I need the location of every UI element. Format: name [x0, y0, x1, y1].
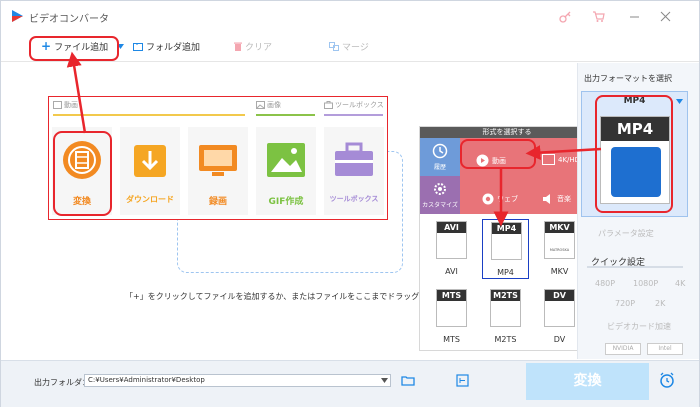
merge-button[interactable]: マージ — [329, 40, 369, 53]
speaker-icon — [543, 194, 550, 204]
res-720p: 720P — [615, 299, 636, 308]
annotation-convert-tile — [53, 131, 112, 216]
annotation-output-format — [595, 95, 673, 213]
add-folder-label: フォルダ追加 — [146, 43, 201, 53]
quality-slider-track[interactable] — [587, 266, 683, 268]
res-2k: 2K — [655, 299, 666, 308]
folder-dropdown-icon[interactable] — [381, 378, 388, 383]
format-avi[interactable]: AVI AVI — [428, 219, 475, 279]
clear-label: クリア — [245, 43, 273, 53]
drop-hint: 「+」をクリックしてファイルを追加するか、またはファイルをここまでドラッグ — [125, 292, 420, 301]
format-m2ts[interactable]: M2TS M2TS — [482, 287, 529, 347]
output-dropdown-icon — [676, 99, 683, 104]
format-mkv[interactable]: MKV MATROSKA MKV — [536, 219, 583, 279]
clear-button[interactable]: クリア — [234, 40, 272, 53]
trash-icon — [234, 42, 242, 51]
side-history[interactable]: 履歴 — [420, 162, 460, 171]
download-icon — [134, 145, 166, 177]
params-button[interactable]: パラメータ設定 — [598, 228, 654, 239]
close-icon[interactable] — [659, 10, 672, 23]
image-category-icon — [256, 101, 265, 109]
tile-gif-label: GIF作成 — [268, 197, 304, 207]
dv-file-icon: DV — [544, 289, 575, 327]
toolbox-category-icon — [324, 101, 333, 109]
app-logo-icon — [12, 10, 23, 22]
tile-download[interactable]: ダウンロード — [120, 127, 180, 215]
app-window: ビデオコンバータ + ファイル追加 フォルダ追加 クリア マージ 動画 画像 ツ… — [0, 0, 700, 407]
format-mp4[interactable]: MP4 MP4 — [482, 219, 529, 279]
category-toolbox-line — [324, 114, 383, 116]
tile-record-label: 録画 — [208, 197, 227, 207]
category-image: 画像 — [256, 100, 281, 110]
gpu-nvidia-badge[interactable]: NVIDIA — [605, 343, 641, 355]
side-custom-selected[interactable]: カスタマイズ — [420, 176, 460, 214]
tile-toolbox[interactable]: ツールボックス — [324, 127, 384, 215]
video-category-icon — [53, 101, 62, 109]
history-icon[interactable] — [432, 143, 448, 159]
minimize-icon[interactable] — [628, 10, 641, 23]
key-icon[interactable] — [559, 10, 572, 23]
app-title: ビデオコンバータ — [29, 14, 109, 25]
output-folder-input[interactable]: C:¥Users¥Administrator¥Desktop — [84, 374, 391, 387]
title-bar: ビデオコンバータ — [1, 1, 699, 31]
mkv-file-icon: MKV MATROSKA — [544, 221, 575, 259]
gpu-accel-label: ビデオカード加速 — [607, 322, 671, 331]
mp4-file-icon: MP4 — [491, 222, 522, 260]
category-video: 動画 — [53, 100, 78, 110]
tile-toolbox-label: ツールボックス — [329, 195, 379, 203]
popup-side-menu: 履歴 カスタマイズ — [420, 138, 460, 214]
annotation-add-file — [29, 36, 119, 61]
type-4khd[interactable]: 4K/HD — [542, 154, 580, 165]
gif-image-icon — [267, 143, 305, 177]
res-1080p: 1080P — [633, 279, 659, 288]
category-image-line — [256, 114, 315, 116]
folder-add-icon — [133, 43, 143, 51]
m2ts-file-icon: M2TS — [490, 289, 521, 327]
res-4k: 4K — [675, 279, 686, 288]
tile-download-label: ダウンロード — [126, 195, 174, 204]
merge-output-icon[interactable] — [456, 374, 469, 387]
chrome-icon — [482, 193, 494, 205]
add-folder-button[interactable]: フォルダ追加 — [133, 40, 200, 53]
convert-button[interactable]: 変換 — [526, 363, 649, 400]
gpu-intel-badge[interactable]: Intel — [647, 343, 683, 355]
type-music[interactable]: 音楽 — [542, 193, 571, 205]
cart-icon[interactable] — [592, 10, 605, 23]
tile-record[interactable]: 録画 — [188, 127, 248, 215]
alarm-clock-icon[interactable] — [659, 372, 675, 388]
merge-icon — [329, 42, 339, 51]
customize-gear-icon — [434, 183, 446, 195]
type-web[interactable]: ウェブ — [482, 193, 518, 205]
category-video-line — [53, 114, 245, 116]
format-mts[interactable]: MTS MTS — [428, 287, 475, 347]
output-folder-label: 出力フォルダ： — [34, 378, 90, 387]
merge-label: マージ — [342, 43, 369, 53]
output-format-header: 出力フォーマットを選択 — [584, 74, 672, 83]
4k-icon — [542, 154, 555, 165]
mts-file-icon: MTS — [436, 289, 467, 327]
screen-record-icon — [199, 145, 237, 176]
tile-gif[interactable]: GIF作成 — [256, 127, 316, 215]
format-dv[interactable]: DV DV — [536, 287, 583, 347]
open-folder-icon[interactable] — [401, 375, 415, 386]
avi-file-icon: AVI — [436, 221, 467, 259]
category-toolbox: ツールボックス — [324, 100, 384, 110]
annotation-video-type — [460, 139, 536, 169]
popup-header: 形式を選択する — [420, 127, 594, 138]
toolbox-icon — [335, 142, 373, 176]
res-480p: 480P — [595, 279, 616, 288]
side-customize: カスタマイズ — [422, 202, 458, 209]
